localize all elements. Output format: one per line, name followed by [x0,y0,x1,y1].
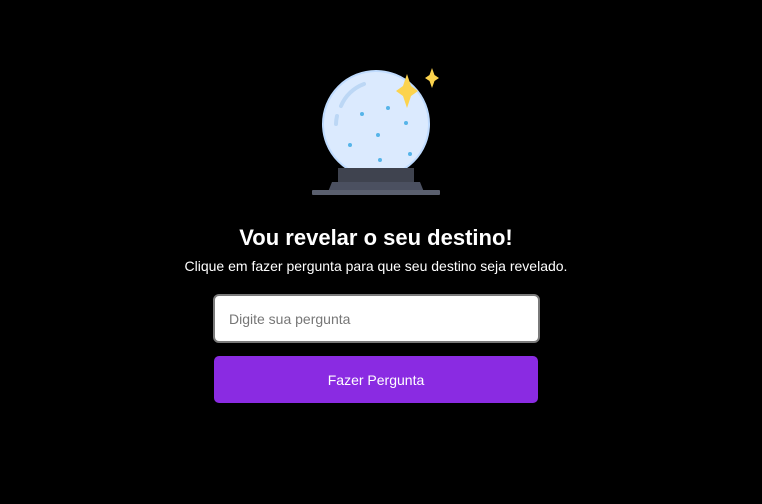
ask-question-button[interactable]: Fazer Pergunta [214,356,538,403]
page-subtitle: Clique em fazer pergunta para que seu de… [184,258,568,274]
crystal-ball-icon [312,68,440,195]
page-title: Vou revelar o seu destino! [239,225,513,250]
app-root: Vou revelar o seu destino! Clique em faz… [0,0,762,504]
question-input[interactable] [213,294,540,343]
